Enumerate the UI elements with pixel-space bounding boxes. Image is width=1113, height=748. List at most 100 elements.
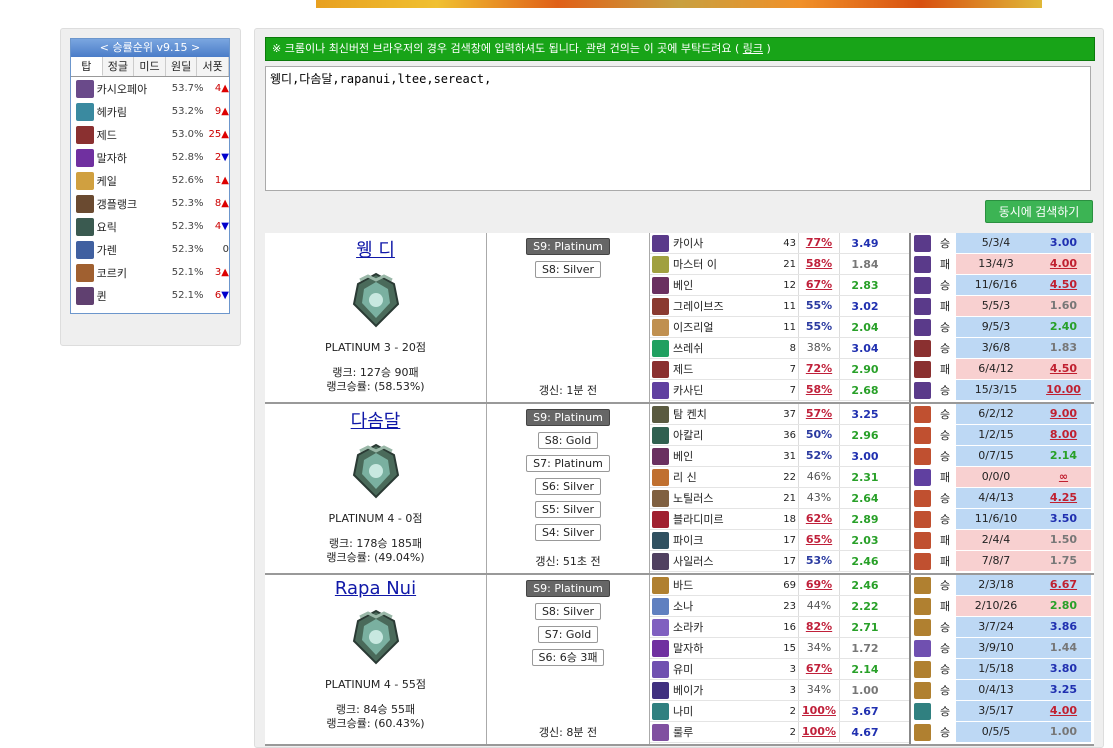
player-name-link[interactable]: 다솜달 [265, 407, 486, 433]
champion-name[interactable]: 말자하 [97, 150, 169, 166]
recent-game-row[interactable]: 승 4/4/13 4.25 [911, 488, 1094, 509]
season-badges: S9: Platinum S8: Gold S7: Platinum S6: Silv… [487, 404, 649, 541]
champion-icon [652, 297, 669, 315]
ranking-row[interactable]: 카시오페아 53.7% 4▲ [71, 77, 229, 100]
winrate-ranking-title[interactable]: < 승률순위 v9.15 > [71, 39, 229, 57]
champion-stat-row: 파이크 17 65% 2.03 [650, 530, 909, 551]
games-played: 3 [789, 663, 796, 675]
season-badge: S9: Platinum [526, 409, 610, 426]
recent-game-row[interactable]: 승 1/2/15 8.00 [911, 425, 1094, 446]
recent-game-row[interactable]: 승 3/7/24 3.86 [911, 617, 1094, 638]
champion-stat-row: 노틸러스 21 43% 2.64 [650, 488, 909, 509]
recent-game-row[interactable]: 승 2/3/18 6.67 [911, 575, 1094, 596]
tab-mid[interactable]: 미드 [134, 57, 166, 76]
recent-game-row[interactable]: 승 5/3/4 3.00 [911, 233, 1094, 254]
rank-change: 0 [204, 244, 229, 255]
game-result: 패 [939, 258, 951, 271]
ranking-row[interactable]: 케일 52.6% 1▲ [71, 169, 229, 192]
recent-game-row[interactable]: 패 5/5/3 1.60 [911, 296, 1094, 317]
champion-icon [914, 489, 931, 507]
winrate-percent: 53.2% [171, 106, 204, 117]
arrow-up-icon: ▲ [221, 198, 229, 209]
recent-game-row[interactable]: 승 9/5/3 2.40 [911, 317, 1094, 338]
champion-name[interactable]: 케일 [97, 173, 169, 189]
champion-name[interactable]: 카시오페아 [97, 81, 169, 97]
champion-icon [914, 660, 931, 678]
player-row: Rapa Nui PLATINUM 4 - 55점 랭크: 84승 55패 랭크승률:… [265, 575, 1094, 746]
champion-stat-row: 이즈리얼 11 55% 2.04 [650, 317, 909, 338]
champion-name[interactable]: 가렌 [97, 242, 169, 258]
recent-game-row[interactable]: 승 6/2/12 9.00 [911, 404, 1094, 425]
multi-search-button[interactable]: 동시에 검색하기 [985, 200, 1093, 223]
rank-change: 2▼ [204, 152, 229, 163]
recent-game-row[interactable]: 승 11/6/16 4.50 [911, 275, 1094, 296]
recent-game-row[interactable]: 패 2/10/26 2.80 [911, 596, 1094, 617]
player-row: 다솜달 PLATINUM 4 - 0점 랭크: 178승 185패 랭크승률: (49… [265, 404, 1094, 575]
games-played: 15 [783, 642, 796, 654]
player-info-cell: 다솜달 PLATINUM 4 - 0점 랭크: 178승 185패 랭크승률: (49… [265, 404, 487, 573]
champion-kda: 2.03 [851, 533, 879, 547]
champion-name[interactable]: 퀸 [97, 288, 169, 304]
recent-game-row[interactable]: 승 3/5/17 4.00 [911, 701, 1094, 722]
player-name-link[interactable]: Rapa Nui [265, 578, 486, 599]
tab-jungle[interactable]: 정글 [102, 57, 135, 76]
recent-game-row[interactable]: 승 11/6/10 3.50 [911, 509, 1094, 530]
champion-stat-row: 카사딘 7 58% 2.68 [650, 380, 909, 401]
champion-stat-row: 말자하 15 34% 1.72 [650, 638, 909, 659]
player-name-link[interactable]: 웽 디 [265, 236, 486, 262]
ranking-row[interactable]: 퀸 52.1% 6▼ [71, 284, 229, 307]
recent-game-row[interactable]: 승 0/4/13 3.25 [911, 680, 1094, 701]
champion-name[interactable]: 갱플랭크 [97, 196, 169, 212]
season-badges: S9: Platinum S8: Silver S7: Gold S6: 6승 3패 [487, 575, 649, 666]
season-badge: S9: Platinum [526, 238, 610, 255]
recent-game-row[interactable]: 승 0/5/5 1.00 [911, 722, 1094, 743]
champion-icon [652, 597, 669, 615]
champion-winrate: 100% [798, 722, 840, 742]
ranking-row[interactable]: 제드 53.0% 25▲ [71, 123, 229, 146]
tab-support[interactable]: 서폿 [197, 57, 229, 76]
ranking-row[interactable]: 코르키 52.1% 3▲ [71, 261, 229, 284]
ranked-wins-losses: 랭크: 84승 55패 [335, 703, 416, 716]
tab-top[interactable]: 탑 [71, 57, 103, 76]
recent-game-row[interactable]: 패 7/8/7 1.75 [911, 551, 1094, 572]
recent-game-row[interactable]: 패 13/4/3 4.00 [911, 254, 1094, 275]
ranking-row[interactable]: 가렌 52.3% 0 [71, 238, 229, 261]
champion-name[interactable]: 코르키 [97, 265, 169, 281]
champion-name[interactable]: 헤카림 [97, 104, 169, 120]
recent-game-row[interactable]: 패 6/4/12 4.50 [911, 359, 1094, 380]
recent-game-row[interactable]: 승 3/6/8 1.83 [911, 338, 1094, 359]
champion-icon [652, 318, 669, 336]
champion-kda: 2.46 [851, 554, 879, 568]
recent-game-row[interactable]: 승 0/7/15 2.14 [911, 446, 1094, 467]
champion-winrate: 69% [798, 575, 840, 595]
champion-icon [914, 531, 931, 549]
winrate-percent: 52.8% [171, 152, 204, 163]
champion-name[interactable]: 요릭 [97, 219, 169, 235]
recent-game-row[interactable]: 승 15/3/15 10.00 [911, 380, 1094, 401]
game-kda: 6/2/12 [956, 404, 1036, 424]
search-input[interactable] [265, 66, 1091, 191]
recent-game-row[interactable]: 승 3/9/10 1.44 [911, 638, 1094, 659]
champion-icon [652, 618, 669, 636]
champion-name: 제드 [673, 363, 694, 376]
notice-link[interactable]: 링크 [743, 42, 763, 55]
recent-game-row[interactable]: 승 1/5/18 3.80 [911, 659, 1094, 680]
champion-kda: 2.04 [851, 320, 879, 334]
ranking-row[interactable]: 요릭 52.3% 4▼ [71, 215, 229, 238]
champion-stat-row: 유미 3 67% 2.14 [650, 659, 909, 680]
ranking-row[interactable]: 말자하 52.8% 2▼ [71, 146, 229, 169]
recent-game-row[interactable]: 패 2/4/4 1.50 [911, 530, 1094, 551]
top-banner[interactable] [316, 0, 1042, 8]
games-played: 23 [783, 600, 796, 612]
champion-icon [914, 618, 931, 636]
champion-icon [76, 263, 94, 282]
tab-adc[interactable]: 원딜 [165, 57, 198, 76]
rank-change: 25▲ [204, 129, 229, 140]
ranking-row[interactable]: 헤카림 53.2% 9▲ [71, 100, 229, 123]
ranking-row[interactable]: 갱플랭크 52.3% 8▲ [71, 192, 229, 215]
game-result: 패 [939, 471, 951, 484]
recent-game-row[interactable]: 패 0/0/0 ∞ [911, 467, 1094, 488]
champion-kda: 3.02 [851, 299, 879, 313]
champion-name[interactable]: 제드 [97, 127, 169, 143]
champion-icon [652, 531, 669, 549]
